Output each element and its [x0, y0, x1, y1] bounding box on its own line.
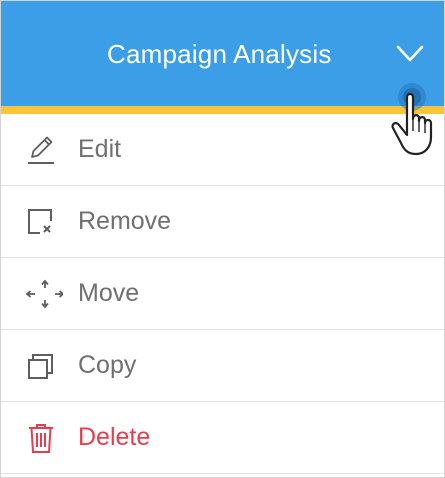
header-accent-bar [1, 106, 444, 114]
menu-item-move[interactable]: Move [1, 258, 444, 330]
pencil-icon [28, 136, 54, 164]
menu-item-label: Move [78, 279, 140, 307]
menu-item-copy[interactable]: Copy [1, 330, 444, 402]
context-menu: Edit Remove Move Copy Delete [1, 114, 444, 474]
widget-title: Campaign Analysis [107, 39, 332, 69]
menu-item-label: Copy [78, 351, 137, 379]
menu-item-label: Remove [78, 207, 172, 235]
menu-item-delete[interactable]: Delete [1, 402, 444, 474]
hand-pointer-icon [391, 83, 433, 156]
trash-icon [29, 424, 53, 453]
menu-item-label: Edit [78, 135, 122, 163]
widget-menu-panel: Campaign Analysis Edit Remove Move Copy … [0, 0, 445, 478]
copy-icon [28, 354, 53, 379]
widget-header[interactable]: Campaign Analysis [1, 1, 444, 106]
move-arrows-icon [25, 279, 63, 309]
remove-box-icon [28, 209, 52, 234]
menu-item-edit[interactable]: Edit [1, 114, 444, 186]
menu-item-remove[interactable]: Remove [1, 186, 444, 258]
chevron-down-icon[interactable] [395, 43, 425, 65]
menu-item-label: Delete [78, 423, 151, 451]
